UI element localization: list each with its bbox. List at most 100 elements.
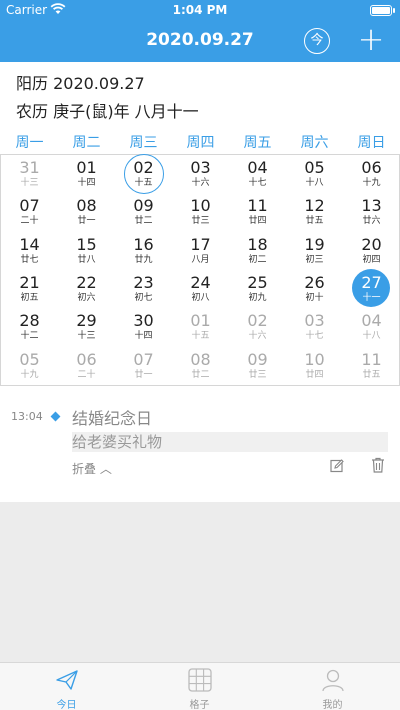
calendar-day[interactable]: 03 十六 <box>172 155 229 193</box>
day-number: 02 <box>133 158 154 177</box>
lunar-day: 二十 <box>20 216 39 227</box>
day-number: 01 <box>190 311 211 331</box>
day-number: 07 <box>133 349 154 369</box>
day-number: 16 <box>133 234 154 254</box>
calendar-day[interactable]: 30 十四 <box>115 308 172 346</box>
tab-mine-label: 我的 <box>322 700 343 710</box>
calendar-day[interactable]: 20 初四 <box>343 232 400 270</box>
calendar-day[interactable]: 03 十七 <box>286 308 343 346</box>
lunar-day: 十八 <box>362 331 381 342</box>
calendar-day[interactable]: 17 八月 <box>172 232 229 270</box>
day-number: 20 <box>361 234 382 254</box>
calendar-day[interactable]: 07 廿一 <box>115 347 172 385</box>
event-item[interactable]: 13:04 结婚纪念日 给老婆买礼物 折叠 ︿ <box>0 394 400 502</box>
day-number: 29 <box>76 311 97 331</box>
calendar-day[interactable]: 29 十三 <box>58 308 115 346</box>
lunar-day: 十二 <box>20 331 39 342</box>
calendar-day[interactable]: 21 初五 <box>1 270 58 308</box>
tab-today[interactable]: 今日 <box>0 663 133 710</box>
lunar-day: 十七 <box>305 331 324 342</box>
today-button[interactable]: 今 <box>304 28 330 54</box>
calendar-day[interactable]: 06 十九 <box>343 155 400 193</box>
calendar-day[interactable]: 10 廿四 <box>286 347 343 385</box>
weekday-sun: 周日 <box>357 135 386 151</box>
day-number: 08 <box>76 196 97 216</box>
calendar-day[interactable]: 22 初六 <box>58 270 115 308</box>
calendar-day[interactable]: 31 十三 <box>1 155 58 193</box>
calendar-day[interactable]: 25 初九 <box>229 270 286 308</box>
calendar-day[interactable]: 08 廿一 <box>58 193 115 231</box>
calendar-day[interactable]: 27 十一 <box>343 268 400 308</box>
grid-icon <box>188 668 212 692</box>
lunar-day: 十四 <box>77 178 96 188</box>
day-number: 11 <box>361 349 382 369</box>
calendar-day[interactable]: 09 廿二 <box>115 193 172 231</box>
day-number: 23 <box>133 272 154 292</box>
calendar-day[interactable]: 12 廿五 <box>286 193 343 231</box>
day-number: 07 <box>19 196 40 216</box>
calendar-day[interactable]: 04 十八 <box>343 308 400 346</box>
day-number: 05 <box>304 158 325 177</box>
day-number: 21 <box>19 272 40 292</box>
day-number: 11 <box>247 196 268 216</box>
calendar-day[interactable]: 15 廿八 <box>58 232 115 270</box>
tab-grid[interactable]: 格子 <box>133 663 266 710</box>
day-number: 13 <box>361 196 382 216</box>
lunar-day: 廿一 <box>134 369 153 380</box>
lunar-day: 十九 <box>362 178 381 188</box>
calendar-day[interactable]: 10 廿三 <box>172 193 229 231</box>
lunar-day: 初九 <box>248 292 267 303</box>
clock: 1:04 PM <box>172 3 228 17</box>
calendar-day[interactable]: 02 十五 <box>115 154 172 194</box>
calendar-day[interactable]: 05 十八 <box>286 155 343 193</box>
calendar-day[interactable]: 16 廿九 <box>115 232 172 270</box>
calendar-day[interactable]: 11 廿四 <box>229 193 286 231</box>
trash-icon[interactable] <box>371 457 385 473</box>
lunar-day: 廿一 <box>77 216 96 227</box>
calendar-day[interactable]: 24 初八 <box>172 270 229 308</box>
calendar-day[interactable]: 28 十二 <box>1 308 58 346</box>
fold-button[interactable]: 折叠 ︿ <box>72 460 112 477</box>
weekday-wed: 周三 <box>129 135 158 151</box>
lunar-day: 十四 <box>134 331 153 342</box>
calendar-day[interactable]: 19 初三 <box>286 232 343 270</box>
lunar-date: 农历 庚子(鼠)年 八月十一 <box>16 102 199 121</box>
calendar-day[interactable]: 14 廿七 <box>1 232 58 270</box>
calendar-day[interactable]: 18 初二 <box>229 232 286 270</box>
lunar-day: 廿二 <box>134 216 153 227</box>
lunar-day: 初二 <box>248 254 267 265</box>
tab-mine[interactable]: 我的 <box>266 663 399 710</box>
calendar-day[interactable]: 04 十七 <box>229 155 286 193</box>
lunar-day: 初六 <box>77 292 96 303</box>
calendar-day[interactable]: 02 十六 <box>229 308 286 346</box>
tab-bar: 今日 格子 我的 <box>0 662 400 710</box>
calendar-day[interactable]: 11 廿五 <box>343 347 400 385</box>
calendar-day[interactable]: 13 廿六 <box>343 193 400 231</box>
weekday-header: 周一 周二 周三 周四 周五 周六 周日 <box>0 132 400 152</box>
day-number: 26 <box>304 272 325 292</box>
day-number: 01 <box>76 158 97 177</box>
day-number: 06 <box>76 349 97 369</box>
calendar-day[interactable]: 05 十九 <box>1 347 58 385</box>
lunar-day: 十三 <box>20 178 39 188</box>
calendar-day[interactable]: 01 十五 <box>172 308 229 346</box>
day-number: 28 <box>19 311 40 331</box>
lunar-day: 廿三 <box>248 369 267 380</box>
day-number: 06 <box>361 158 382 177</box>
calendar-day[interactable]: 07 二十 <box>1 193 58 231</box>
edit-icon[interactable] <box>330 459 344 473</box>
day-number: 08 <box>190 349 211 369</box>
lunar-day: 十八 <box>305 178 324 188</box>
add-button[interactable]: + <box>356 23 386 57</box>
day-number: 05 <box>19 349 40 369</box>
calendar-day[interactable]: 23 初七 <box>115 270 172 308</box>
day-number: 09 <box>133 196 154 216</box>
lunar-day: 十七 <box>248 178 267 188</box>
calendar-day[interactable]: 08 廿二 <box>172 347 229 385</box>
calendar-day[interactable]: 09 廿三 <box>229 347 286 385</box>
calendar-day[interactable]: 01 十四 <box>58 155 115 193</box>
calendar-day[interactable]: 26 初十 <box>286 270 343 308</box>
paper-plane-icon <box>56 670 78 690</box>
calendar-day[interactable]: 06 二十 <box>58 347 115 385</box>
page-title: 2020.09.27 <box>146 30 254 50</box>
